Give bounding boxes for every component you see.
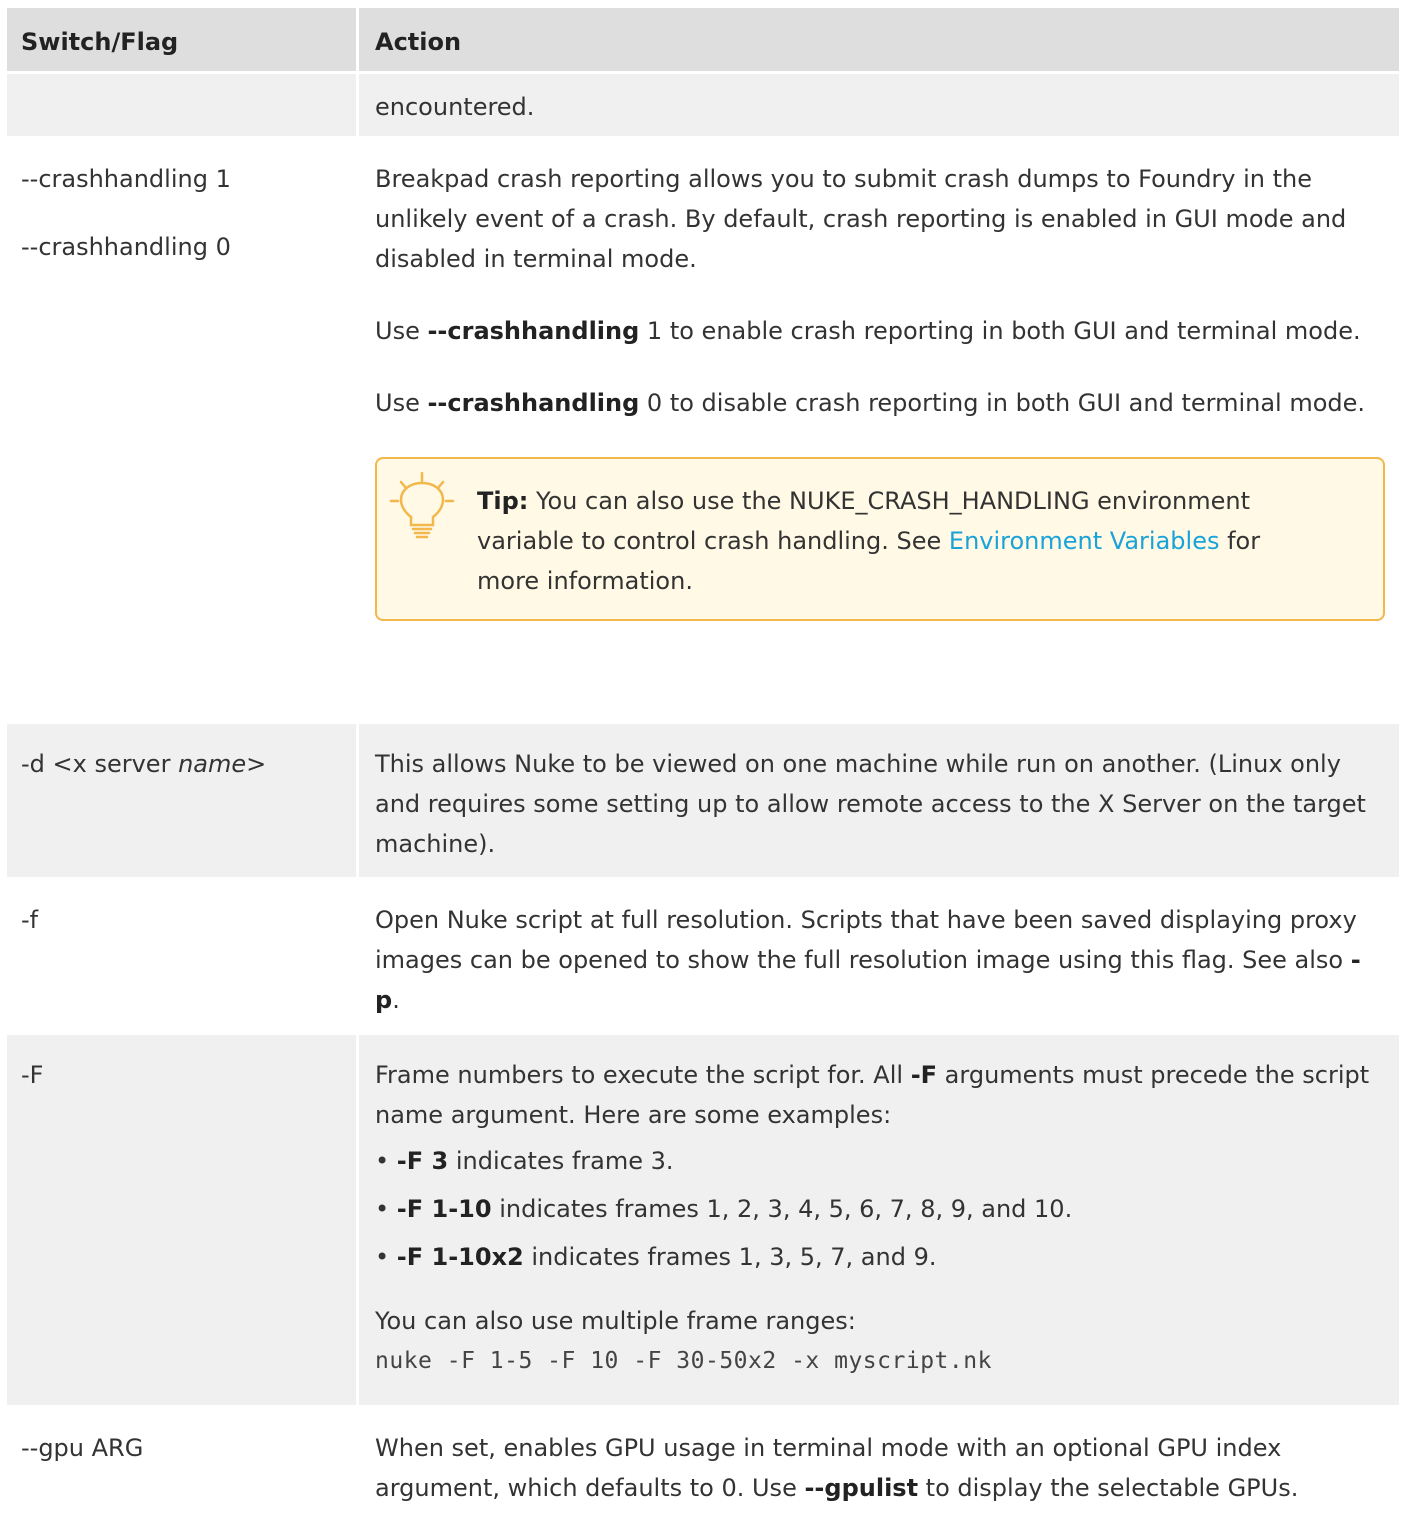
list-item: • -F 3 indicates frame 3. bbox=[375, 1147, 674, 1175]
list-item: • -F 1-10 indicates frames 1, 2, 3, 4, 5… bbox=[375, 1195, 1073, 1223]
switch-cell bbox=[7, 71, 359, 136]
command-line-flags-table: Switch/Flag Action encountered. --crashh… bbox=[7, 8, 1399, 1515]
action-cell: When set, enables GPU usage in terminal … bbox=[359, 1405, 1399, 1515]
action-cell: encountered. bbox=[359, 71, 1399, 136]
flag-name: --crashhandling bbox=[427, 389, 640, 417]
table-row: -f Open Nuke script at full resolution. … bbox=[7, 877, 1399, 1032]
table-row: --crashhandling 1 --crashhandling 0 Brea… bbox=[7, 136, 1399, 721]
action-text: This allows Nuke to be viewed on one mac… bbox=[375, 750, 1366, 858]
action-paragraph: Breakpad crash reporting allows you to s… bbox=[375, 165, 1347, 273]
switch-cell: -F bbox=[7, 1032, 359, 1405]
flag-name: --gpulist bbox=[804, 1474, 919, 1502]
action-paragraph: Use --crashhandling 1 to enable crash re… bbox=[375, 317, 1361, 345]
action-paragraph: Frame numbers to execute the script for.… bbox=[375, 1061, 1370, 1129]
table-row: -d <x server name> This allows Nuke to b… bbox=[7, 721, 1399, 877]
action-text: When set, enables GPU usage in terminal … bbox=[375, 1434, 1299, 1502]
action-cell: Open Nuke script at full resolution. Scr… bbox=[359, 877, 1399, 1032]
switch-cell: --crashhandling 1 --crashhandling 0 bbox=[7, 136, 359, 721]
header-switch: Switch/Flag bbox=[7, 8, 359, 71]
switch-label: -d <x server name> bbox=[21, 750, 267, 778]
list-item: • -F 1-10x2 indicates frames 1, 3, 5, 7,… bbox=[375, 1243, 937, 1271]
action-paragraph: You can also use multiple frame ranges: bbox=[375, 1307, 856, 1335]
switch-cell: --gpu ARG bbox=[7, 1405, 359, 1515]
switch-label: --crashhandling 1 bbox=[21, 165, 231, 193]
switch-label: -f bbox=[21, 906, 39, 934]
action-cell: This allows Nuke to be viewed on one mac… bbox=[359, 721, 1399, 877]
action-cell: Frame numbers to execute the script for.… bbox=[359, 1032, 1399, 1405]
table-header-row: Switch/Flag Action bbox=[7, 8, 1399, 71]
switch-label: --gpu ARG bbox=[21, 1434, 144, 1462]
table-row: --gpu ARG When set, enables GPU usage in… bbox=[7, 1405, 1399, 1515]
lightbulb-icon bbox=[387, 471, 457, 541]
table-row: -F Frame numbers to execute the script f… bbox=[7, 1032, 1399, 1405]
action-text: Open Nuke script at full resolution. Scr… bbox=[375, 906, 1361, 1014]
switch-label: --crashhandling 0 bbox=[21, 233, 231, 261]
header-action: Action bbox=[359, 8, 1399, 71]
table-row: encountered. bbox=[7, 71, 1399, 136]
switch-cell: -f bbox=[7, 877, 359, 1032]
code-example: nuke -F 1-5 -F 10 -F 30-50x2 -x myscript… bbox=[375, 1348, 992, 1374]
tip-label: Tip: bbox=[477, 487, 529, 515]
flag-name: -F bbox=[910, 1061, 938, 1089]
action-paragraph: Use --crashhandling 0 to disable crash r… bbox=[375, 389, 1366, 417]
environment-variables-link[interactable]: Environment Variables bbox=[949, 527, 1220, 555]
tip-text: Tip: You can also use the NUKE_CRASH_HAN… bbox=[477, 487, 1261, 595]
switch-label: -F bbox=[21, 1061, 44, 1089]
tip-box: Tip: You can also use the NUKE_CRASH_HAN… bbox=[375, 457, 1385, 621]
action-cell: Breakpad crash reporting allows you to s… bbox=[359, 136, 1399, 721]
switch-cell: -d <x server name> bbox=[7, 721, 359, 877]
flag-name: --crashhandling bbox=[427, 317, 640, 345]
action-text: encountered. bbox=[375, 93, 535, 121]
